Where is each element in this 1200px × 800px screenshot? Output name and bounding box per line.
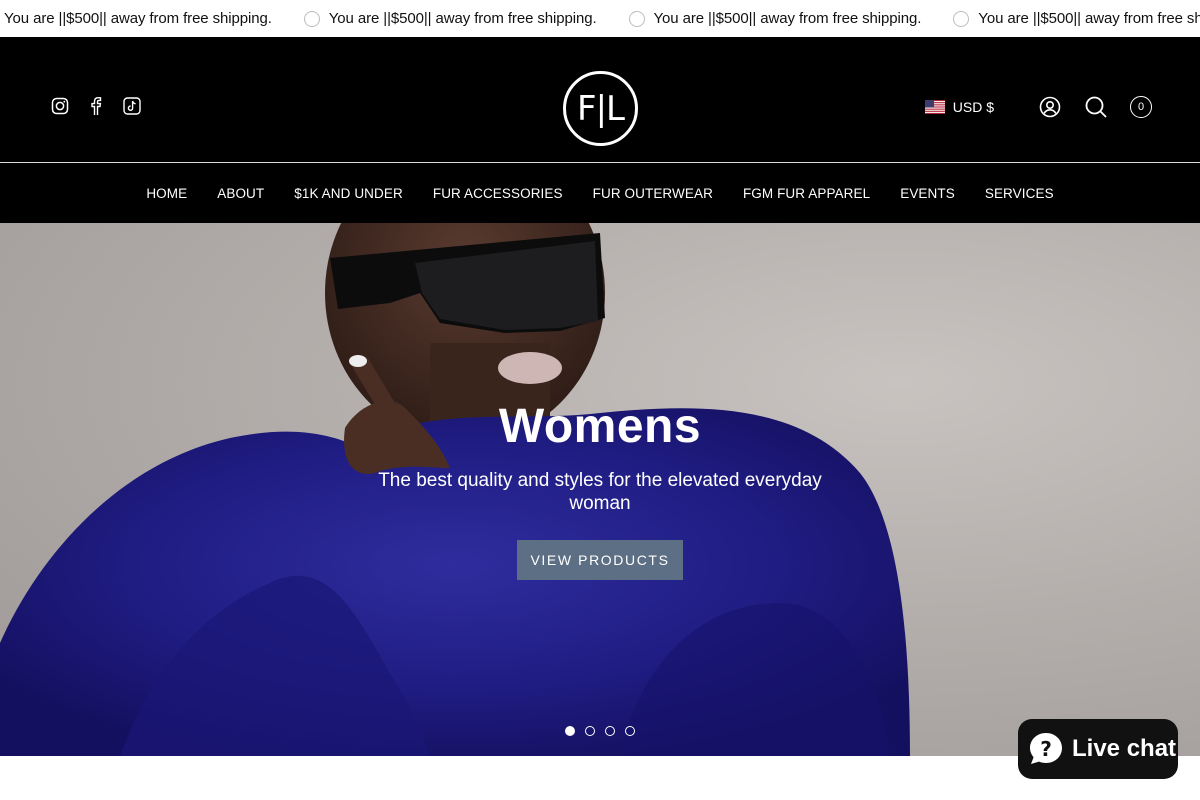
- slide-dot-3[interactable]: [605, 726, 615, 736]
- logo-text: F|L: [577, 88, 625, 129]
- hero-subtitle: The best quality and styles for the elev…: [378, 470, 822, 514]
- svg-text:?: ?: [1040, 737, 1052, 761]
- live-chat-label: Live chat: [1072, 735, 1177, 762]
- slide-dot-4[interactable]: [625, 726, 635, 736]
- header-top: F|L USD $ 0: [0, 37, 1200, 162]
- circle-separator-icon: [303, 10, 320, 27]
- instagram-icon[interactable]: [50, 96, 70, 116]
- announcement-message: You are ||$500|| away from free shipping…: [4, 10, 272, 27]
- chat-bubble-icon: ?: [1030, 733, 1062, 764]
- social-links: [50, 96, 142, 116]
- account-icon[interactable]: [1038, 95, 1062, 119]
- nav-item-fgm-fur-apparel[interactable]: FGM FUR APPAREL: [743, 186, 870, 201]
- hero-slideshow: Womens The best quality and styles for t…: [0, 223, 1200, 756]
- us-flag-icon: [924, 100, 945, 114]
- slide-dot-1[interactable]: [565, 726, 575, 736]
- announcement-bar: You are ||$500|| away from free shipping…: [0, 0, 1200, 37]
- announcement-track: You are ||$500|| away from free shipping…: [4, 0, 1200, 37]
- site-header: F|L USD $ 0 HOME ABOUT $1K AND UNDER FUR…: [0, 37, 1200, 223]
- slide-dot-2[interactable]: [585, 726, 595, 736]
- view-products-button[interactable]: VIEW PRODUCTS: [517, 540, 683, 580]
- currency-label: USD $: [952, 99, 994, 115]
- circle-separator-icon: [628, 10, 645, 27]
- nav-item-about[interactable]: ABOUT: [217, 186, 264, 201]
- live-chat-button[interactable]: ? Live chat: [1018, 719, 1178, 779]
- circle-separator-icon: [953, 10, 970, 27]
- facebook-icon[interactable]: [86, 96, 106, 116]
- currency-selector[interactable]: USD $: [924, 99, 994, 115]
- announcement-message: You are ||$500|| away from free shipping…: [328, 10, 597, 27]
- nav-item-fur-outerwear[interactable]: FUR OUTERWEAR: [593, 186, 713, 201]
- nav-item-home[interactable]: HOME: [146, 186, 187, 201]
- header-actions: USD $ 0: [924, 95, 1152, 119]
- nav-item-events[interactable]: EVENTS: [900, 186, 955, 201]
- hero-title: Womens: [498, 400, 702, 453]
- announcement-message: You are ||$500|| away from free shipping…: [653, 10, 922, 27]
- nav-item-services[interactable]: SERVICES: [985, 186, 1054, 201]
- brand-logo[interactable]: F|L: [563, 71, 638, 146]
- search-icon[interactable]: [1084, 95, 1108, 119]
- cart-count: 0: [1137, 101, 1145, 113]
- main-navigation: HOME ABOUT $1K AND UNDER FUR ACCESSORIES…: [0, 163, 1200, 223]
- announcement-message: You are ||$500|| away from free shipping…: [978, 10, 1200, 27]
- cart-icon[interactable]: 0: [1130, 96, 1152, 118]
- nav-item-fur-accessories[interactable]: FUR ACCESSORIES: [433, 186, 563, 201]
- tiktok-icon[interactable]: [122, 96, 142, 116]
- nav-item-1k-and-under[interactable]: $1K AND UNDER: [294, 186, 403, 201]
- slide-pagination: [565, 726, 635, 736]
- hero-content: Womens The best quality and styles for t…: [0, 223, 1200, 756]
